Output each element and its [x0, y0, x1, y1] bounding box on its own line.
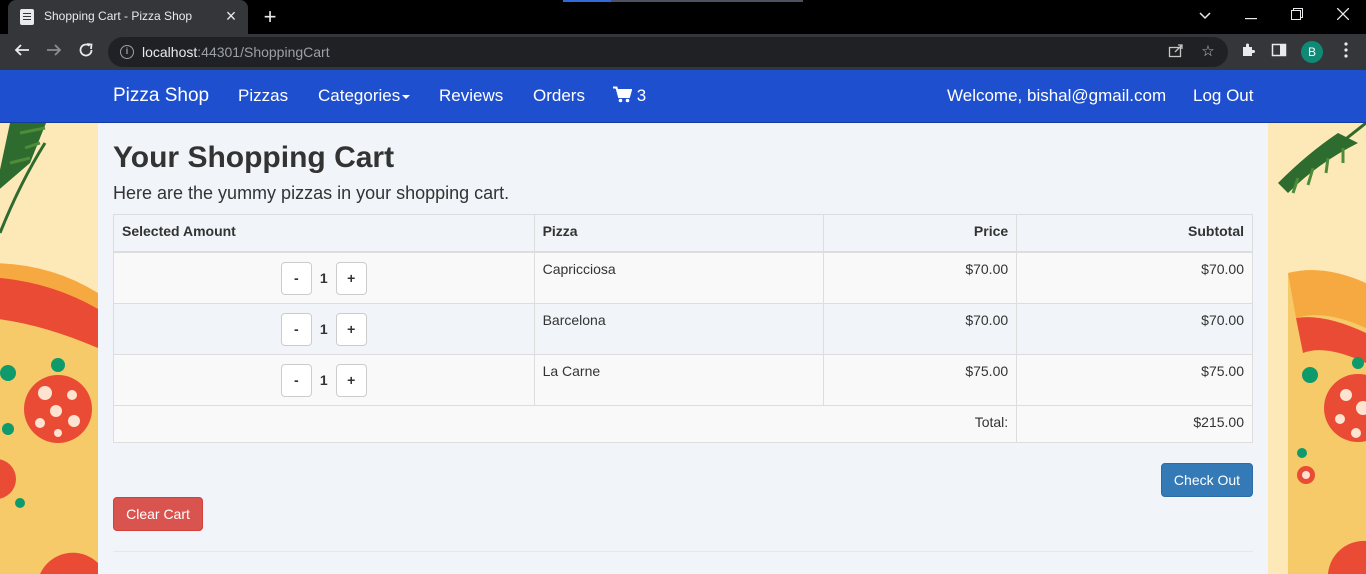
- quantity-stepper: - 1 +: [113, 251, 535, 304]
- column-header-selected-amount: Selected Amount: [113, 214, 535, 253]
- decrease-quantity-button[interactable]: -: [280, 312, 312, 346]
- line-subtotal: $75.00: [1016, 353, 1253, 406]
- tab-search-chevron-icon[interactable]: [1182, 0, 1228, 34]
- quantity-value: 1: [319, 270, 328, 286]
- increase-quantity-button[interactable]: +: [335, 312, 367, 346]
- browser-tab-strip: Shopping Cart - Pizza Shop × +: [0, 0, 1366, 34]
- reload-icon[interactable]: [74, 40, 98, 64]
- page-favicon-icon: [20, 9, 34, 25]
- pizza-background-left: [0, 123, 98, 574]
- decrease-quantity-button[interactable]: -: [280, 261, 312, 295]
- page-title: Your Shopping Cart: [113, 141, 395, 174]
- main-container: Your Shopping Cart Here are the yummy pi…: [98, 123, 1268, 574]
- browser-toolbar: i localhost:44301/ShoppingCart ☆: [0, 34, 1366, 70]
- line-subtotal: $70.00: [1016, 302, 1253, 355]
- increase-quantity-button[interactable]: +: [335, 261, 367, 295]
- total-value: $215.00: [1016, 404, 1253, 443]
- address-bar[interactable]: i localhost:44301/ShoppingCart ☆: [108, 37, 1228, 67]
- restore-icon[interactable]: [1274, 0, 1320, 34]
- window-drag-indicator: [563, 0, 803, 2]
- table-row: - 1 + Barcelona $70.00 $70.00: [113, 302, 1253, 355]
- shopping-cart-icon: [613, 72, 633, 124]
- pizza-name: Barcelona: [533, 302, 825, 355]
- quantity-value: 1: [319, 321, 328, 337]
- increase-quantity-button[interactable]: +: [335, 363, 367, 397]
- bookmark-star-icon[interactable]: ☆: [1198, 42, 1218, 62]
- cart-table: Selected Amount Pizza Price Subtotal - 1…: [112, 214, 1253, 443]
- column-header-pizza: Pizza: [533, 214, 825, 253]
- site-info-icon[interactable]: i: [120, 45, 134, 59]
- cart-count: 3: [636, 86, 647, 105]
- share-icon[interactable]: [1166, 42, 1186, 62]
- close-tab-icon[interactable]: ×: [222, 7, 240, 25]
- forward-icon[interactable]: [42, 40, 66, 64]
- checkout-button[interactable]: Check Out: [1161, 463, 1253, 497]
- profile-avatar[interactable]: B: [1301, 41, 1323, 63]
- table-header-row: Selected Amount Pizza Price Subtotal: [113, 214, 1253, 253]
- brand-link[interactable]: Pizza Shop: [113, 70, 209, 122]
- pizza-price: $75.00: [823, 353, 1018, 406]
- browser-menu-icon[interactable]: [1334, 40, 1358, 64]
- nav-categories-label: Categories: [318, 86, 401, 105]
- nav-orders[interactable]: Orders: [533, 70, 585, 122]
- pizza-price: $70.00: [823, 302, 1018, 355]
- site-navbar: Pizza Shop Pizzas Categories Reviews Ord…: [0, 70, 1366, 123]
- logout-link[interactable]: Log Out: [1193, 70, 1254, 122]
- column-header-price: Price: [823, 214, 1018, 253]
- pizza-price: $70.00: [823, 251, 1018, 304]
- extensions-icon[interactable]: [1236, 40, 1260, 64]
- browser-tab[interactable]: Shopping Cart - Pizza Shop ×: [8, 0, 248, 34]
- decrease-quantity-button[interactable]: -: [280, 363, 312, 397]
- line-subtotal: $70.00: [1016, 251, 1253, 304]
- total-label: Total:: [112, 404, 1018, 443]
- pizza-name: Capricciosa: [533, 251, 825, 304]
- pizza-name: La Carne: [533, 353, 825, 406]
- total-row: Total: $215.00: [112, 404, 1253, 443]
- nav-reviews[interactable]: Reviews: [439, 70, 503, 122]
- nav-pizzas[interactable]: Pizzas: [238, 70, 288, 122]
- page-subtitle: Here are the yummy pizzas in your shoppi…: [113, 183, 510, 203]
- content-divider: [113, 551, 1253, 552]
- pizza-background-right: [1268, 123, 1366, 574]
- back-icon[interactable]: [10, 40, 34, 64]
- tab-title: Shopping Cart - Pizza Shop: [44, 9, 193, 23]
- nav-cart[interactable]: 3: [613, 70, 646, 122]
- nav-categories-dropdown[interactable]: Categories: [318, 70, 411, 122]
- url-text[interactable]: localhost:44301/ShoppingCart: [142, 44, 330, 60]
- table-row: - 1 + La Carne $75.00 $75.00: [113, 353, 1253, 406]
- side-panel-icon[interactable]: [1267, 40, 1291, 64]
- quantity-stepper: - 1 +: [113, 353, 535, 406]
- close-window-icon[interactable]: [1320, 0, 1366, 34]
- clear-cart-button[interactable]: Clear Cart: [113, 497, 203, 531]
- new-tab-icon[interactable]: +: [258, 5, 282, 29]
- minimize-icon[interactable]: [1228, 0, 1274, 34]
- welcome-user-link[interactable]: Welcome, bishal@gmail.com: [947, 70, 1166, 122]
- table-row: - 1 + Capricciosa $70.00 $70.00: [113, 251, 1253, 304]
- quantity-stepper: - 1 +: [113, 302, 535, 355]
- column-header-subtotal: Subtotal: [1016, 214, 1253, 253]
- caret-down-icon: [402, 94, 411, 99]
- quantity-value: 1: [319, 372, 328, 388]
